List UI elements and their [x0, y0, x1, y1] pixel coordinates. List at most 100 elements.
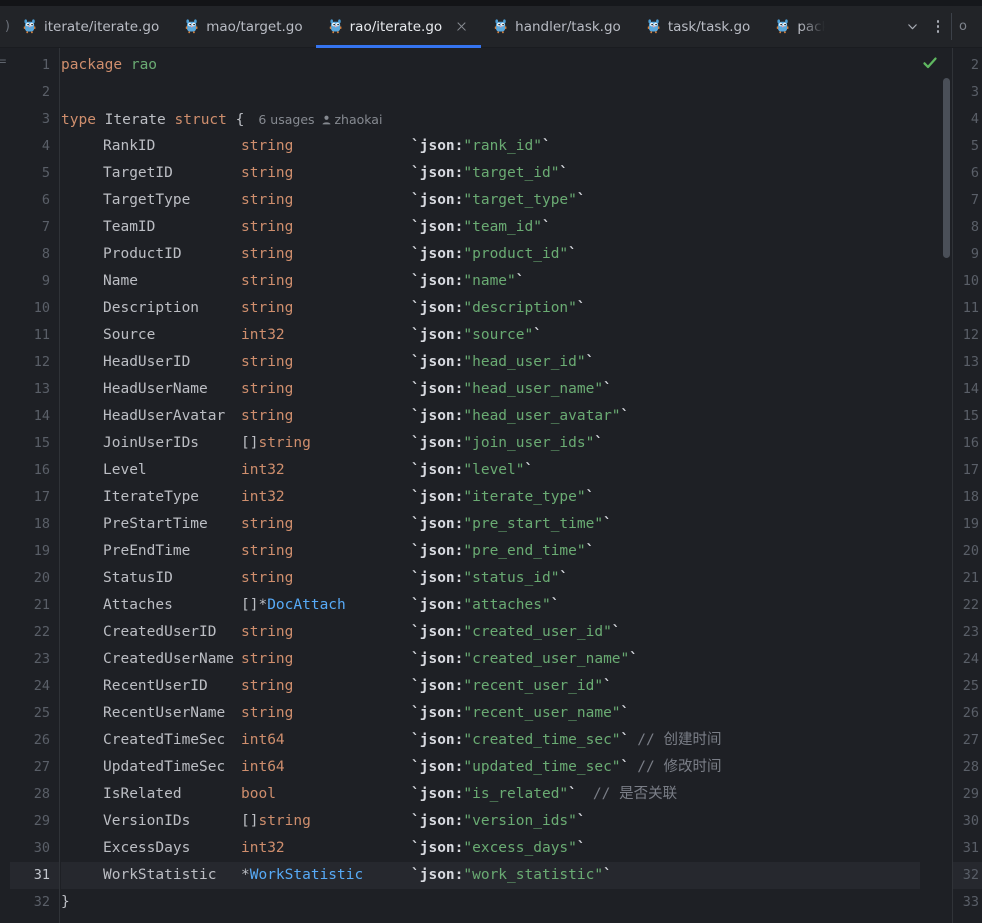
tab-options-kebab-icon[interactable]	[925, 6, 951, 47]
code-line[interactable]: JoinUserIDs []string `json:"join_user_ids"…	[61, 430, 922, 457]
code-line[interactable]: UpdatedTimeSec int64 `json:"updated_time_s…	[61, 754, 922, 781]
editor-tab-mao-target-go[interactable]: mao/target.go	[172, 6, 315, 47]
split-pane-line-number[interactable]: 19	[963, 511, 979, 538]
code-line[interactable]: Level int32 `json:"level"`	[61, 457, 922, 484]
split-pane-line-number[interactable]: 5	[971, 133, 979, 160]
line-number[interactable]: 18	[34, 511, 50, 538]
code-line[interactable]: HeadUserName string `json:"head_user_name"…	[61, 376, 922, 403]
code-line[interactable]: Attaches []*DocAttach `json:"attaches"`	[61, 592, 922, 619]
split-pane-line-number[interactable]: 11	[963, 295, 979, 322]
split-pane-line-number[interactable]: 22	[963, 592, 979, 619]
code-line[interactable]: Description string `json:"description"`	[61, 295, 922, 322]
line-number[interactable]: 6	[42, 187, 50, 214]
code-line[interactable]: TargetID string `json:"target_id"`	[61, 160, 922, 187]
split-pane-line-number[interactable]: 25	[963, 673, 979, 700]
code-line[interactable]: CreatedUserName string `json:"created_user…	[61, 646, 922, 673]
split-pane-line-number[interactable]: 24	[963, 646, 979, 673]
editor-scrollbar-thumb[interactable]	[943, 78, 950, 258]
line-number[interactable]: 23	[34, 646, 50, 673]
split-pane-line-number[interactable]: 33	[963, 889, 979, 916]
line-number[interactable]: 13	[34, 376, 50, 403]
line-number[interactable]: 28	[34, 781, 50, 808]
split-pane-line-number[interactable]: 8	[971, 214, 979, 241]
line-number[interactable]: 5	[42, 160, 50, 187]
split-pane-line-number[interactable]: 14	[963, 376, 979, 403]
split-pane-line-number[interactable]: 31	[963, 835, 979, 862]
line-number[interactable]: 30	[34, 835, 50, 862]
code-content[interactable]: package rao type Iterate struct {6 usage…	[61, 48, 922, 923]
line-number[interactable]: 15	[34, 430, 50, 457]
code-line[interactable]: IsRelated bool `json:"is_related"` // 是否关联	[61, 781, 922, 808]
code-line[interactable]: Name string `json:"name"`	[61, 268, 922, 295]
code-line[interactable]: PreStartTime string `json:"pre_start_time"…	[61, 511, 922, 538]
split-pane-line-number[interactable]: 29	[963, 781, 979, 808]
line-number[interactable]: 27	[34, 754, 50, 781]
line-number[interactable]: 25	[34, 700, 50, 727]
tab-close-icon[interactable]	[455, 20, 468, 33]
split-pane-line-number[interactable]: 3	[971, 79, 979, 106]
line-number[interactable]: 9	[42, 268, 50, 295]
split-pane-line-number[interactable]: 21	[963, 565, 979, 592]
editor-tab-pack[interactable]: pack	[763, 6, 825, 47]
line-number[interactable]: 19	[34, 538, 50, 565]
split-pane-line-number[interactable]: 4	[971, 106, 979, 133]
code-lens[interactable]: 6 usages zhaokai	[258, 112, 382, 127]
split-pane-line-number[interactable]: 18	[963, 484, 979, 511]
line-number[interactable]: 31	[34, 862, 50, 889]
code-line[interactable]: HeadUserAvatar string `json:"head_user_ava…	[61, 403, 922, 430]
split-pane-line-number[interactable]: 7	[971, 187, 979, 214]
code-line[interactable]: RecentUserName string `json:"recent_user_n…	[61, 700, 922, 727]
split-pane-line-number[interactable]: 13	[963, 349, 979, 376]
code-line[interactable]: ProductID string `json:"product_id"`	[61, 241, 922, 268]
split-pane-line-number[interactable]: 15	[963, 403, 979, 430]
editor-tab-iterate-iterate-go[interactable]: iterate/iterate.go	[10, 6, 172, 47]
code-line[interactable]: VersionIDs []string `json:"version_ids"`	[61, 808, 922, 835]
code-line[interactable]: TeamID string `json:"team_id"`	[61, 214, 922, 241]
line-number[interactable]: 21	[34, 592, 50, 619]
line-number[interactable]: 29	[34, 808, 50, 835]
line-number[interactable]: 11	[34, 322, 50, 349]
code-line[interactable]: PreEndTime string `json:"pre_end_time"`	[61, 538, 922, 565]
split-pane-line-number[interactable]: 30	[963, 808, 979, 835]
code-line[interactable]: CreatedUserID string `json:"created_user_i…	[61, 619, 922, 646]
line-number[interactable]: 16	[34, 457, 50, 484]
line-number[interactable]: 7	[42, 214, 50, 241]
split-pane-line-number[interactable]: 23	[963, 619, 979, 646]
line-number[interactable]: 20	[34, 565, 50, 592]
line-number[interactable]: 22	[34, 619, 50, 646]
code-line[interactable]: IterateType int32 `json:"iterate_type"`	[61, 484, 922, 511]
tab-list-chevron-down-icon[interactable]	[899, 6, 925, 47]
line-number[interactable]: 24	[34, 673, 50, 700]
code-line[interactable]: WorkStatistic *WorkStatistic `json:"work_s…	[61, 862, 922, 889]
editor-tab-handler-task-go[interactable]: handler/task.go	[481, 6, 634, 47]
split-pane-line-number[interactable]: 26	[963, 700, 979, 727]
code-line[interactable]: package rao	[61, 52, 922, 79]
line-number[interactable]: 10	[34, 295, 50, 322]
code-line[interactable]	[61, 79, 922, 106]
code-line[interactable]: CreatedTimeSec int64 `json:"created_time_s…	[61, 727, 922, 754]
line-number-gutter[interactable]: 1 2 3 4 5 6 7 8 9 10 11 12 13 14 15 16 17 18 19 20 21 22 23 24 2…	[10, 48, 60, 923]
code-lens-usages[interactable]: 6 usages	[258, 112, 314, 127]
code-line[interactable]: RecentUserID string `json:"recent_user_id"…	[61, 673, 922, 700]
split-pane-line-number[interactable]: 10	[963, 268, 979, 295]
editor-tab-task-task-go[interactable]: task/task.go	[634, 6, 764, 47]
line-number[interactable]: 26	[34, 727, 50, 754]
split-pane-line-number[interactable]: 27	[963, 727, 979, 754]
code-line[interactable]: TargetType string `json:"target_type"`	[61, 187, 922, 214]
line-number[interactable]: 2	[42, 79, 50, 106]
code-line[interactable]: HeadUserID string `json:"head_user_id"`	[61, 349, 922, 376]
split-pane-line-number[interactable]: 2	[971, 52, 979, 79]
line-number[interactable]: 4	[42, 133, 50, 160]
line-number[interactable]: 17	[34, 484, 50, 511]
code-line[interactable]: type Iterate struct {6 usages zhaokai	[61, 106, 922, 133]
code-line[interactable]: StatusID string `json:"status_id"`	[61, 565, 922, 592]
line-number[interactable]: 12	[34, 349, 50, 376]
split-pane-line-number[interactable]: 16	[963, 430, 979, 457]
code-editor[interactable]: = 1 2 3 4 5 6 7 8 9 10 11 12 13 14 15 16 17 18 19 20 21 22 23 2…	[0, 48, 982, 923]
code-line[interactable]: Source int32 `json:"source"`	[61, 322, 922, 349]
split-pane-line-number-gutter[interactable]: 2 3 4 5 6 7 8 9 10 11 12 13 14 15 16 17 18 19 20 21 22 23 24 25…	[952, 48, 982, 923]
split-pane-line-number[interactable]: 32	[963, 862, 979, 889]
line-number[interactable]: 32	[34, 889, 50, 916]
line-number[interactable]: 1	[42, 52, 50, 79]
split-pane-line-number[interactable]: 6	[971, 160, 979, 187]
